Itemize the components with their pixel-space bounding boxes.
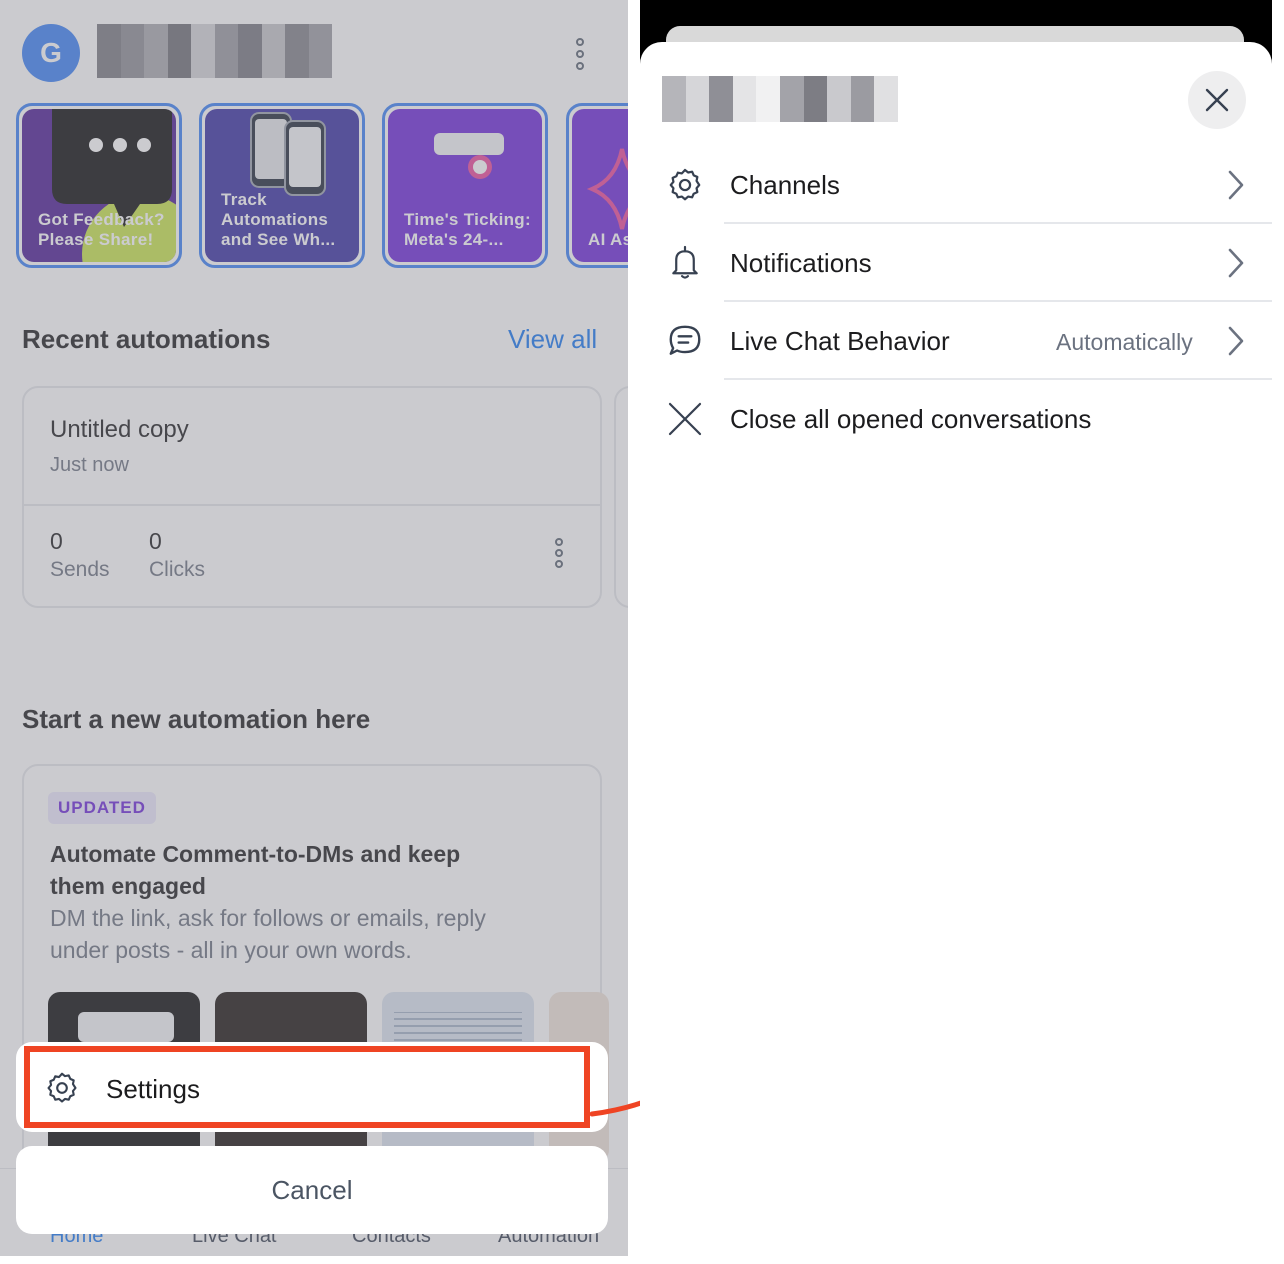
settings-modal: Channels Notifications Live Chat Behavio… <box>640 42 1272 1264</box>
chevron-right-icon <box>1228 248 1244 278</box>
close-icon <box>1205 88 1229 112</box>
settings-option-highlight[interactable]: Settings <box>24 1046 590 1128</box>
gear-icon <box>669 168 701 201</box>
left-screen: G Got Feedback? Please Share! Track Auto… <box>0 0 628 1256</box>
settings-label: Settings <box>106 1074 200 1104</box>
menu-item-close-conversations[interactable]: Close all opened conversations <box>640 380 1272 458</box>
menu-item-live-chat-behavior[interactable]: Live Chat Behavior Automatically <box>640 302 1272 380</box>
close-x-icon <box>668 402 702 436</box>
cancel-label: Cancel <box>271 1174 353 1205</box>
gear-icon <box>47 1072 77 1103</box>
bell-icon <box>672 245 698 279</box>
close-button[interactable] <box>1188 71 1246 129</box>
menu-item-channels[interactable]: Channels <box>640 146 1272 224</box>
cancel-button[interactable]: Cancel <box>16 1146 608 1234</box>
right-screen: Channels Notifications Live Chat Behavio… <box>640 0 1272 1264</box>
live-chat-behavior-value: Automatically <box>1056 329 1193 355</box>
account-name-pixelated <box>662 76 898 122</box>
menu-item-label: Channels <box>730 170 840 200</box>
chevron-right-icon <box>1228 326 1244 356</box>
menu-item-label: Live Chat Behavior <box>730 326 950 356</box>
menu-item-label: Close all opened conversations <box>730 404 1092 434</box>
chat-bubble-icon <box>669 325 701 355</box>
menu-item-notifications[interactable]: Notifications <box>640 224 1272 302</box>
chevron-right-icon <box>1228 170 1244 200</box>
menu-item-label: Notifications <box>730 248 872 278</box>
